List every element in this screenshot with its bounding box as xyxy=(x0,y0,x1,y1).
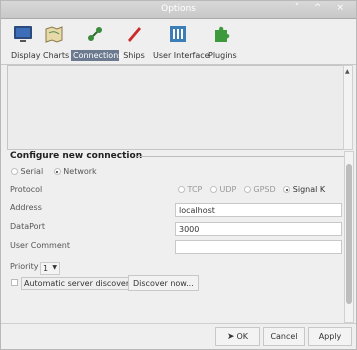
cancel-button[interactable]: Cancel xyxy=(263,327,305,346)
tab-display-label: Display xyxy=(11,51,41,60)
auto-discovery-checkbox[interactable] xyxy=(11,279,18,286)
tab-plugins[interactable]: Plugins xyxy=(206,23,237,63)
radio-udp[interactable]: UDP xyxy=(209,185,237,194)
puzzle-piece-icon xyxy=(215,26,230,42)
tab-ships[interactable]: Ships xyxy=(121,23,147,63)
dataport-label: DataPort xyxy=(10,222,45,231)
ok-button-label: OK xyxy=(236,332,249,341)
radio-serial-label: Serial xyxy=(20,167,44,176)
section-divider xyxy=(137,156,344,157)
options-toolbar: Display Charts Connections Ships User In… xyxy=(1,20,356,64)
radio-udp-indicator[interactable] xyxy=(209,186,217,193)
footer-divider xyxy=(1,323,356,324)
new-connection-panel: Configure new connection Serial Network … xyxy=(7,151,354,323)
radio-serial[interactable]: Serial xyxy=(11,167,46,176)
user-comment-field[interactable] xyxy=(175,240,342,254)
tab-user-interface[interactable]: User Interface xyxy=(151,23,210,63)
priority-label: Priority xyxy=(10,262,39,271)
ship-icon xyxy=(128,27,141,42)
tab-plugins-label: Plugins xyxy=(208,51,237,60)
radio-gpsd[interactable]: GPSD xyxy=(243,185,276,194)
priority-value: 1 xyxy=(43,264,49,273)
title-bar: Options ˅ ^ × xyxy=(1,1,356,19)
chevron-down-icon: ▼ xyxy=(52,264,57,271)
discover-now-button[interactable]: Discover now... xyxy=(128,275,199,291)
connections-list-scrollbar[interactable]: ▲ xyxy=(343,65,353,150)
tab-connections-label: Connections xyxy=(71,50,123,61)
radio-gpsd-label: GPSD xyxy=(253,185,276,194)
apply-button[interactable]: Apply xyxy=(308,327,352,346)
address-label: Address xyxy=(10,203,42,212)
user-comment-label: User Comment xyxy=(10,241,70,250)
radio-signalk-indicator[interactable] xyxy=(283,186,291,193)
radio-network-indicator[interactable] xyxy=(53,168,61,175)
connection-type-group: Serial Network xyxy=(11,167,105,176)
radio-signalk-label: Signal K xyxy=(292,185,326,194)
panel-scrollbar[interactable] xyxy=(344,151,354,323)
mouse-cursor-icon: ➤ xyxy=(226,332,235,342)
priority-select[interactable]: 1 ▼ xyxy=(40,262,60,275)
tab-charts-label: Charts xyxy=(43,51,70,60)
section-title: Configure new connection xyxy=(10,151,143,161)
radio-udp-label: UDP xyxy=(219,185,237,194)
address-field[interactable]: localhost xyxy=(175,203,342,217)
radio-tcp-label: TCP xyxy=(187,185,203,194)
panel-scrollbar-thumb[interactable] xyxy=(346,164,352,304)
connections-list[interactable]: ▲ xyxy=(7,65,353,150)
radio-tcp[interactable]: TCP xyxy=(178,185,202,194)
chart-map-icon xyxy=(45,26,63,43)
monitor-icon xyxy=(14,26,32,42)
options-dialog: Options ˅ ^ × Display Charts Connections… xyxy=(0,0,357,350)
radio-network-label: Network xyxy=(63,167,97,176)
tab-charts[interactable]: Charts xyxy=(41,23,70,63)
tab-connections[interactable]: Connections xyxy=(71,23,123,63)
tab-display[interactable]: Display xyxy=(9,23,41,63)
auto-discovery-label[interactable]: Automatic server discovery xyxy=(21,277,137,290)
scroll-up-icon[interactable]: ▲ xyxy=(345,68,350,75)
radio-gpsd-indicator[interactable] xyxy=(243,186,251,193)
radio-signalk[interactable]: Signal K xyxy=(283,185,325,194)
radio-network[interactable]: Network xyxy=(53,167,97,176)
tab-user-interface-label: User Interface xyxy=(153,51,210,60)
sliders-icon xyxy=(170,26,186,42)
protocol-group: TCP UDP GPSD Signal K xyxy=(178,185,330,194)
ok-button[interactable]: ➤ OK xyxy=(215,327,260,346)
connection-plug-icon xyxy=(88,27,102,41)
dataport-field[interactable]: 3000 xyxy=(175,222,342,236)
protocol-label: Protocol xyxy=(10,185,43,194)
window-controls[interactable]: ˅ ^ × xyxy=(295,3,350,13)
radio-tcp-indicator[interactable] xyxy=(178,186,185,193)
tab-ships-label: Ships xyxy=(123,51,145,60)
radio-serial-indicator[interactable] xyxy=(11,168,18,175)
